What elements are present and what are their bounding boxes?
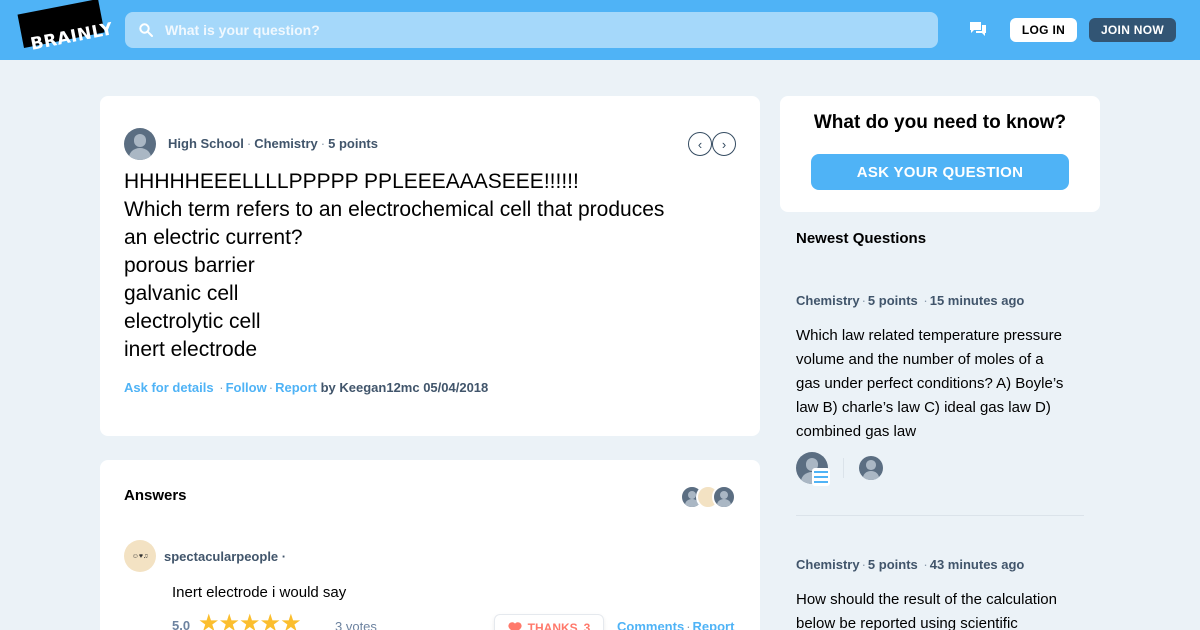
question-line: Which term refers to an electrochemical … (124, 198, 665, 221)
answer-author-name[interactable]: spectacularpeople · (164, 549, 286, 564)
question-line: galvanic cell (124, 282, 239, 305)
newest-question-line: volume and the number of moles of a (796, 351, 1044, 368)
meta-separator: · (320, 136, 326, 151)
answered-check-icon (812, 468, 830, 486)
avatar-divider (843, 458, 844, 478)
newest-question-meta: Chemistry · 5 points · 43 minutes ago (796, 557, 1024, 572)
meta-separator: · (923, 557, 928, 572)
question-byline: by Keegan12mc 05/04/2018 (320, 380, 489, 395)
answerer-avatar[interactable] (712, 485, 736, 509)
meta-separator: · (861, 293, 866, 308)
question-subject[interactable]: Chemistry (254, 136, 318, 151)
newest-question-line: Which law related temperature pressure (796, 327, 1062, 344)
question-divider (796, 515, 1084, 516)
answers-card: Answers ☺♥♫ spectacularpeople · Inert el… (100, 460, 760, 630)
comments-link[interactable]: Comments (617, 619, 684, 630)
answer-report-link[interactable]: Report (693, 619, 735, 630)
question-author-avatar[interactable] (124, 128, 156, 160)
question-level[interactable]: High School (168, 136, 244, 151)
answer-author-username[interactable]: spectacularpeople (164, 549, 278, 564)
newest-question-text[interactable]: Which law related temperature pressure v… (796, 324, 1086, 444)
answer-author-avatar[interactable]: ☺♥♫ (124, 540, 156, 572)
thanks-label: THANKS (527, 621, 578, 630)
newest-question-subject[interactable]: Chemistry (796, 293, 860, 308)
question-line: HHHHHEEELLLLPPPPP PPLEEEAAASEEE!!!!!! (124, 170, 579, 193)
newest-question-subject[interactable]: Chemistry (796, 557, 860, 572)
question-meta: High School · Chemistry · 5 points (168, 136, 378, 151)
follow-link[interactable]: Follow (226, 380, 267, 395)
action-separator: · (219, 380, 224, 395)
chevron-left-icon: ‹ (697, 136, 703, 152)
newest-question-line: combined gas law (796, 423, 917, 440)
heart-icon (508, 622, 522, 630)
next-question-button[interactable]: › (712, 132, 736, 156)
question-line: inert electrode (124, 338, 258, 361)
messages-icon[interactable] (969, 20, 987, 38)
brainly-logo[interactable]: BRAINLY (17, 0, 115, 55)
question-line: electrolytic cell (124, 310, 261, 333)
action-separator: · (268, 380, 274, 395)
star-rating-icon[interactable]: ★★★★★ (198, 612, 302, 630)
report-link[interactable]: Report (275, 380, 317, 395)
search-icon (139, 23, 153, 37)
ask-card-title: What do you need to know? (813, 112, 1067, 133)
login-button[interactable]: LOG IN (1010, 18, 1077, 42)
chevron-right-icon: › (721, 136, 727, 152)
ask-for-details-link[interactable]: Ask for details (124, 380, 214, 395)
newest-question-time: 43 minutes ago (929, 557, 1025, 572)
answers-title: Answers (124, 487, 187, 504)
newest-question-time: 15 minutes ago (929, 293, 1025, 308)
search-input[interactable] (165, 12, 925, 48)
newest-question-line: below be reported using scientific (796, 615, 1018, 630)
search-bar[interactable] (125, 12, 938, 48)
newest-question-line: law B) charle’s law C) ideal gas law D) (796, 399, 1051, 416)
newest-question-points: 5 points (867, 293, 918, 308)
question-text: HHHHHEEELLLLPPPPP PPLEEEAAASEEE!!!!!! Wh… (124, 168, 744, 364)
ask-question-card: What do you need to know? ASK YOUR QUEST… (780, 96, 1100, 212)
question-line: porous barrier (124, 254, 255, 277)
answer-links: Comments · Report (617, 619, 734, 630)
ask-your-question-button[interactable]: ASK YOUR QUESTION (811, 154, 1069, 190)
question-points: 5 points (328, 136, 378, 151)
top-nav-bar: BRAINLY LOG IN JOIN NOW (0, 0, 1200, 60)
thanks-count: 3 (583, 621, 591, 630)
question-actions: Ask for details · Follow · Report by Keegan… (124, 380, 488, 395)
meta-separator: · (923, 293, 928, 308)
question-line: an electric current? (124, 226, 303, 249)
join-now-button[interactable]: JOIN NOW (1089, 18, 1176, 42)
previous-question-button[interactable]: ‹ (688, 132, 712, 156)
newest-question-line: gas under perfect conditions? A) Boyle’s (796, 375, 1064, 392)
newest-question-line: How should the result of the calculation (796, 591, 1057, 608)
newest-question-text[interactable]: How should the result of the calculation… (796, 588, 1086, 630)
newest-question-points: 5 points (867, 557, 918, 572)
newest-question-answerer-avatar[interactable] (859, 456, 883, 480)
newest-questions-title: Newest Questions (796, 230, 927, 247)
answer-rating: 5.0 (172, 618, 191, 630)
newest-question-meta: Chemistry · 5 points · 15 minutes ago (796, 293, 1024, 308)
thanks-button[interactable]: THANKS 3 (494, 614, 604, 630)
vote-count: 3 votes (335, 619, 377, 630)
answer-text: Inert electrode i would say (172, 584, 347, 601)
question-card: High School · Chemistry · 5 points ‹ › HHHHH… (100, 96, 760, 436)
meta-separator: · (246, 136, 252, 151)
link-separator: · (686, 619, 691, 630)
meta-separator: · (861, 557, 866, 572)
